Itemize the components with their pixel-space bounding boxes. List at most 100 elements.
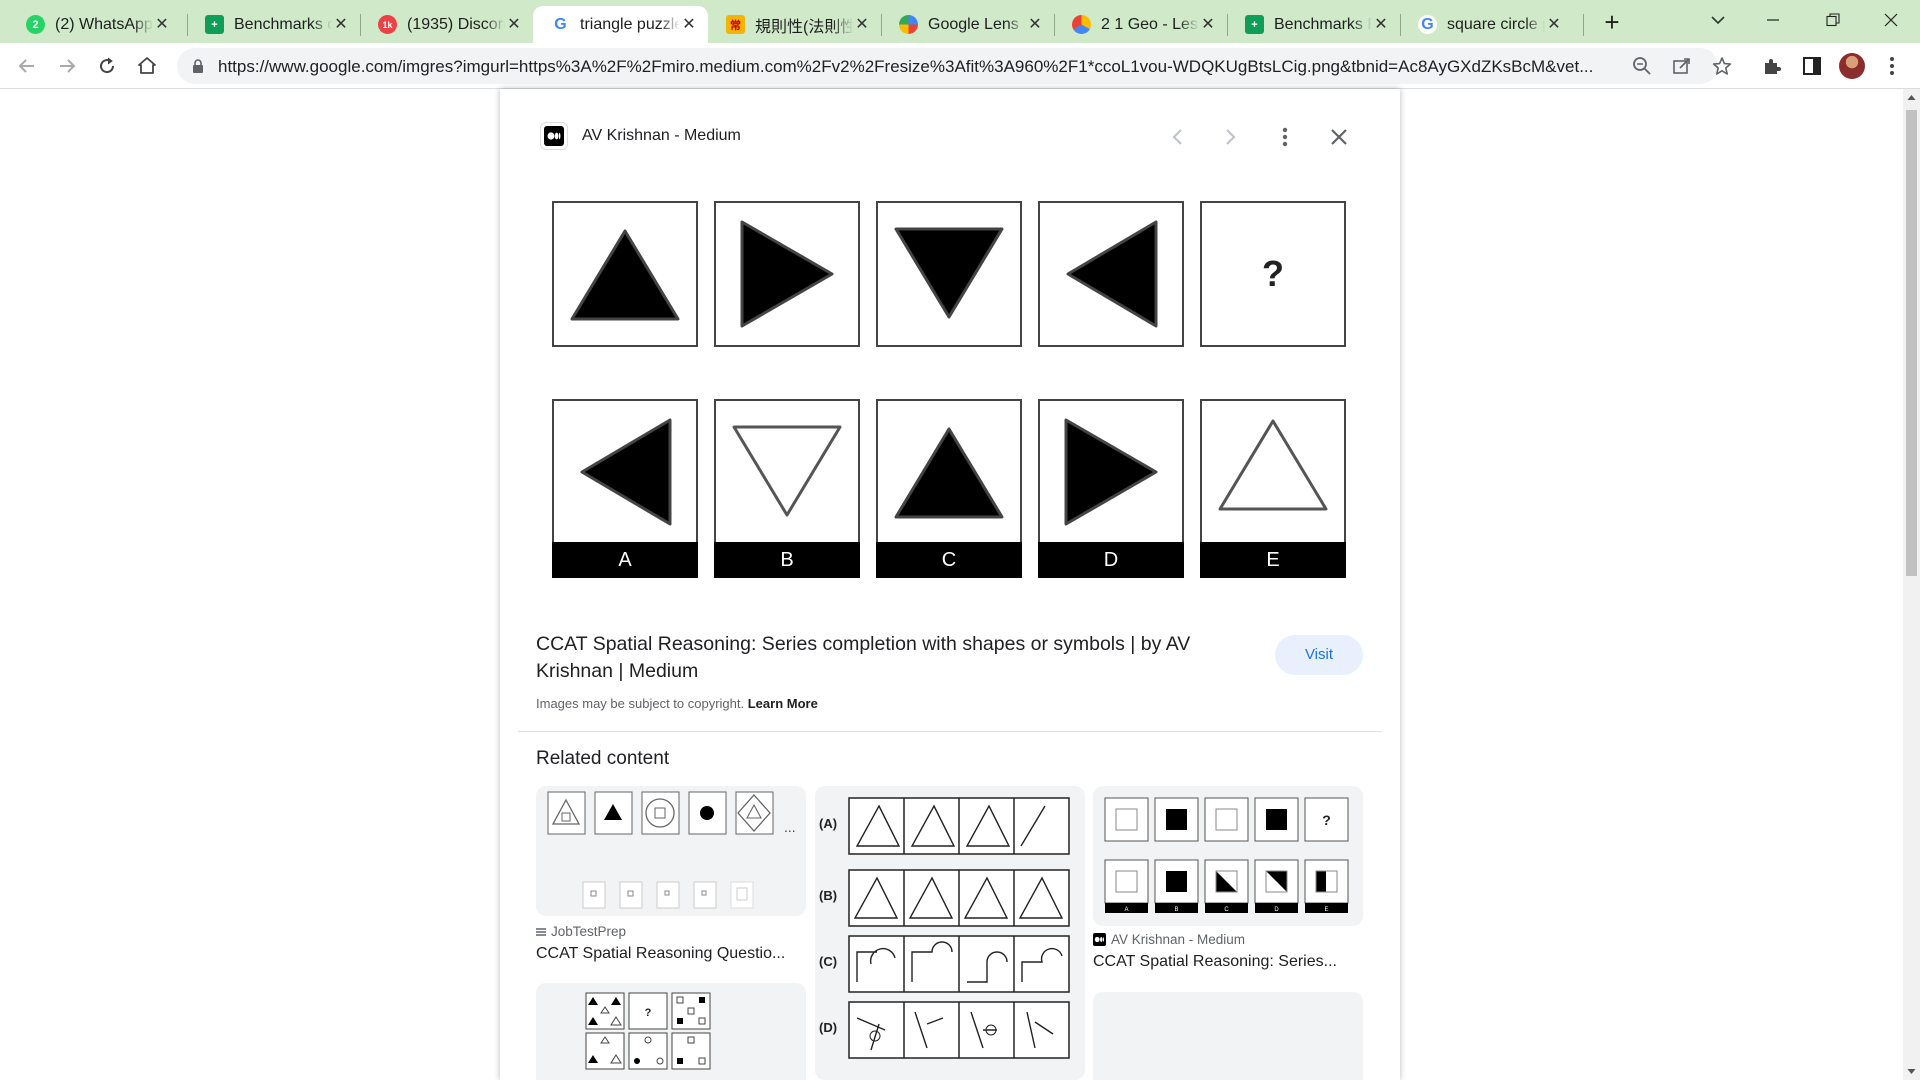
side-panel-button[interactable] bbox=[1796, 50, 1828, 82]
tab-whatsapp[interactable]: 2 (2) WhatsApp ✕ bbox=[8, 6, 181, 43]
visit-button[interactable]: Visit bbox=[1275, 635, 1363, 675]
related-title-1[interactable]: CCAT Spatial Reasoning Questio... bbox=[536, 945, 806, 963]
page-scrollbar[interactable] bbox=[1903, 89, 1920, 1080]
triangle-right-filled-icon bbox=[1064, 418, 1158, 526]
learn-more-link[interactable]: Learn More bbox=[748, 696, 818, 711]
tab-search-button[interactable] bbox=[1695, 0, 1741, 40]
scroll-up-arrow-icon[interactable] bbox=[1903, 89, 1920, 106]
related-source-label: JobTestPrep bbox=[551, 924, 627, 939]
bookmark-button[interactable] bbox=[1706, 50, 1738, 82]
avatar-icon bbox=[1839, 53, 1865, 79]
tab-discord[interactable]: 1k (1935) Discord ✕ bbox=[360, 6, 533, 43]
related-card-3[interactable]: ? A B C D E bbox=[1093, 786, 1363, 926]
close-icon[interactable]: ✕ bbox=[153, 16, 171, 34]
lock-icon bbox=[193, 59, 203, 73]
tab-kisokusei[interactable]: 常 規則性(法則性 ✕ bbox=[708, 6, 881, 43]
tab-benchmarks-1[interactable]: + Benchmarks d ✕ bbox=[187, 6, 360, 43]
card3-option-d: D bbox=[1274, 907, 1279, 913]
triangle-left-filled-icon bbox=[1066, 220, 1158, 328]
close-icon[interactable]: ✕ bbox=[1026, 16, 1044, 34]
chevron-right-icon bbox=[1226, 129, 1236, 145]
related-card-5[interactable] bbox=[1093, 992, 1363, 1080]
close-icon[interactable]: ✕ bbox=[680, 16, 698, 34]
divider bbox=[518, 731, 1382, 732]
related-thumbnail-1: ... bbox=[547, 791, 796, 909]
next-image-button[interactable] bbox=[1216, 122, 1246, 152]
related-card-2[interactable]: (A) (B) (C) (D) bbox=[815, 786, 1085, 1080]
image-title[interactable]: CCAT Spatial Reasoning: Series completio… bbox=[536, 631, 1236, 685]
close-icon[interactable]: ✕ bbox=[1199, 16, 1217, 34]
url-text[interactable]: https://www.google.com/imgres?imgurl=htt… bbox=[218, 57, 1658, 77]
reload-icon bbox=[100, 57, 115, 74]
minimize-button[interactable] bbox=[1750, 0, 1796, 40]
source-name[interactable]: AV Krishnan - Medium bbox=[582, 127, 741, 145]
card4-question-mark: ? bbox=[645, 1007, 652, 1019]
sequence-cell-5: ? bbox=[1200, 201, 1346, 347]
related-thumbnail-2: (A) (B) (C) (D) bbox=[819, 797, 1070, 1059]
triangle-up-filled-icon bbox=[894, 427, 1004, 519]
zoom-button[interactable] bbox=[1626, 50, 1658, 82]
restore-button[interactable] bbox=[1810, 0, 1856, 40]
tab-benchmarks-2[interactable]: + Benchmarks R ✕ bbox=[1227, 6, 1400, 43]
new-tab-button[interactable]: + bbox=[1597, 8, 1627, 38]
home-button[interactable] bbox=[131, 50, 163, 82]
option-label-a: A bbox=[552, 542, 698, 578]
forward-arrow-icon bbox=[60, 59, 76, 73]
card3-option-b: B bbox=[1174, 907, 1178, 913]
tab-title: 2 1 Geo - Less bbox=[1101, 15, 1199, 33]
previous-image-button[interactable] bbox=[1162, 122, 1192, 152]
back-button[interactable] bbox=[11, 50, 43, 82]
tab-strip: 2 (2) WhatsApp ✕ + Benchmarks d ✕ 1k (19… bbox=[0, 0, 1920, 43]
tab-google-lens[interactable]: Google Lens ✕ bbox=[881, 6, 1054, 43]
related-source-1: JobTestPrep bbox=[536, 924, 626, 939]
svg-text:...: ... bbox=[784, 819, 796, 835]
kebab-menu-icon bbox=[1282, 127, 1288, 147]
related-title-2[interactable]: CCAT Spatial Reasoning: Series... bbox=[1093, 953, 1363, 971]
tab-geo-lesson[interactable]: 2 1 Geo - Less ✕ bbox=[1054, 6, 1227, 43]
option-label-e: E bbox=[1200, 542, 1346, 578]
kebab-menu-icon bbox=[1890, 57, 1894, 75]
share-button[interactable] bbox=[1666, 50, 1698, 82]
close-icon[interactable]: ✕ bbox=[1545, 16, 1563, 34]
address-bar[interactable]: https://www.google.com/imgres?imgurl=htt… bbox=[177, 48, 1718, 84]
tab-title: square circle p bbox=[1447, 15, 1545, 33]
close-viewer-button[interactable] bbox=[1324, 122, 1354, 152]
related-heading: Related content bbox=[536, 748, 670, 769]
option-label-c: C bbox=[876, 542, 1022, 578]
close-icon[interactable]: ✕ bbox=[853, 16, 871, 34]
google-icon: G bbox=[1418, 15, 1437, 34]
card3-option-e: E bbox=[1324, 907, 1328, 913]
reload-button[interactable] bbox=[91, 50, 123, 82]
related-thumbnail-3: ? A B C D E bbox=[1104, 797, 1349, 913]
back-arrow-icon bbox=[18, 59, 34, 73]
medium-dots-icon bbox=[547, 132, 561, 140]
triangle-left-filled-icon bbox=[580, 418, 672, 526]
close-icon[interactable]: ✕ bbox=[332, 16, 350, 34]
menu-button[interactable] bbox=[1876, 50, 1908, 82]
scrollbar-thumb[interactable] bbox=[1906, 110, 1917, 576]
related-card-4[interactable]: ? bbox=[536, 983, 806, 1080]
close-icon[interactable]: ✕ bbox=[505, 16, 523, 34]
profile-avatar[interactable] bbox=[1836, 50, 1868, 82]
tab-triangle-puzzle[interactable]: G triangle puzzle ✕ bbox=[533, 6, 708, 43]
share-icon bbox=[1673, 58, 1690, 74]
more-options-button[interactable] bbox=[1270, 122, 1300, 152]
card2-label-b: (B) bbox=[819, 888, 837, 903]
scroll-down-arrow-icon[interactable] bbox=[1903, 1063, 1920, 1080]
tab-title: Benchmarks R bbox=[1274, 15, 1372, 33]
related-card-1[interactable]: ... bbox=[536, 786, 806, 916]
related-source-2: AV Krishnan - Medium bbox=[1093, 932, 1245, 947]
close-window-button[interactable] bbox=[1868, 0, 1914, 40]
tab-square-circle[interactable]: G square circle p ✕ bbox=[1400, 6, 1573, 43]
whatsapp-icon: 2 bbox=[26, 15, 45, 34]
card3-option-c: C bbox=[1224, 907, 1229, 913]
tab-title: Google Lens bbox=[928, 15, 1019, 33]
triangle-up-filled-icon bbox=[570, 229, 680, 321]
forward-button[interactable] bbox=[51, 50, 83, 82]
tab-separator bbox=[1583, 14, 1584, 36]
close-icon[interactable]: ✕ bbox=[1372, 16, 1390, 34]
zoom-icon bbox=[1633, 57, 1651, 75]
related-source-label: AV Krishnan - Medium bbox=[1111, 932, 1246, 947]
star-icon bbox=[1712, 57, 1732, 75]
extensions-button[interactable] bbox=[1756, 50, 1788, 82]
